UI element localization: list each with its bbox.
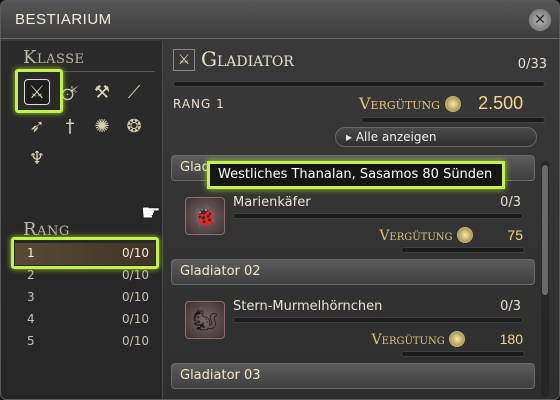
scrollbar[interactable] (541, 161, 549, 397)
rank-row-4[interactable]: 4 0/10 (15, 309, 155, 331)
pointer-hand-icon: ☛ (141, 201, 161, 226)
right-panel: ⚔ Gladiator 0/33 RANG 1 Vergütung 2.500 ▸… (165, 41, 559, 399)
monster-progress-bar (233, 317, 523, 323)
rank-number: 4 (27, 312, 35, 326)
rank-label: RANG 1 (173, 97, 225, 111)
staff-icon[interactable]: ♆ (24, 145, 50, 171)
monster-entry-1[interactable]: 🐞 Marienkäfer 0/3 Vergütung 75 (171, 191, 535, 261)
rank-reward-bar (361, 117, 545, 123)
reward-amount: 2.500 (478, 93, 524, 113)
rank-row-1[interactable]: 1 0/10 (15, 243, 155, 265)
coin-icon (445, 96, 462, 112)
reward-label: Vergütung (379, 228, 453, 244)
class-name: Gladiator (201, 47, 294, 71)
group-header-2[interactable]: Gladiator 02 (171, 259, 535, 285)
reward-label: Vergütung (359, 94, 440, 113)
claw-icon[interactable]: ✺ (89, 113, 115, 139)
reward-bar (401, 247, 525, 253)
monster-reward: Vergütung 180 (372, 331, 523, 348)
show-all-button[interactable]: ▸ Alle anzeigen (335, 127, 537, 147)
monster-count: 0/3 (500, 195, 521, 210)
rank-reward: Vergütung 2.500 (359, 93, 523, 114)
class-progress-bar (173, 81, 545, 87)
sword-icon[interactable]: ⚔ (24, 79, 50, 105)
rank-row-2[interactable]: 2 0/10 (15, 265, 155, 287)
location-tooltip: Westliches Thanalan, Sasamos 80 Sünden (207, 161, 505, 189)
divider (15, 237, 155, 238)
rank-progress: 0/10 (122, 290, 149, 304)
rank-number: 3 (27, 290, 35, 304)
axe-icon[interactable]: ⚒ (89, 79, 115, 105)
spear-icon[interactable]: ⟋ (121, 79, 147, 105)
rank-progress: 0/10 (122, 268, 149, 282)
knife-icon[interactable]: † (57, 113, 83, 139)
rank-progress: 0/10 (122, 334, 149, 348)
bestiary-window: BESTIARIUM ✕ Klasse ⚔ 🜚 ⚒ ⟋ ➶ † ✺ ❂ ♆ Ra… (0, 0, 560, 400)
class-heading: Klasse (23, 47, 85, 68)
coin-icon (456, 227, 473, 243)
lance-icon[interactable]: 🜚 (57, 79, 83, 105)
window-title: BESTIARIUM (15, 11, 112, 28)
reward-amount: 180 (499, 331, 523, 347)
divider (15, 71, 155, 72)
rank-row-3[interactable]: 3 0/10 (15, 287, 155, 309)
left-panel: Klasse ⚔ 🜚 ⚒ ⟋ ➶ † ✺ ❂ ♆ Rang 1 0/10 2 0… (1, 41, 163, 399)
rank-number: 1 (27, 246, 35, 260)
monster-portrait-icon: 🐿 (185, 301, 225, 339)
reward-bar (401, 351, 525, 357)
monster-entry-2[interactable]: 🐿 Stern-Murmelhörnchen 0/3 Vergütung 180 (171, 295, 535, 365)
class-title: ⚔ Gladiator (173, 47, 294, 71)
sword-icon: ⚔ (173, 49, 195, 71)
coin-icon (449, 331, 466, 347)
rank-progress: 0/10 (122, 312, 149, 326)
rank-number: 2 (27, 268, 35, 282)
class-progress: 0/33 (517, 57, 547, 72)
rank-row-5[interactable]: 5 0/10 (15, 331, 155, 353)
monster-count: 0/3 (500, 299, 521, 314)
rank-progress: 0/10 (122, 246, 149, 260)
monster-reward: Vergütung 75 (379, 227, 523, 244)
monster-progress-bar (233, 213, 523, 219)
monster-name: Marienkäfer (233, 195, 311, 210)
group-header-3[interactable]: Gladiator 03 (171, 363, 535, 389)
monster-name: Stern-Murmelhörnchen (233, 299, 383, 314)
title-bar: BESTIARIUM ✕ (1, 1, 559, 39)
fire-icon[interactable]: ❂ (121, 113, 147, 139)
monster-portrait-icon: 🐞 (185, 197, 225, 235)
rank-number: 5 (27, 334, 35, 348)
reward-amount: 75 (507, 227, 523, 243)
bow-icon[interactable]: ➶ (24, 113, 50, 139)
scrollbar-thumb[interactable] (542, 165, 548, 295)
close-icon[interactable]: ✕ (529, 9, 551, 31)
reward-label: Vergütung (371, 332, 445, 348)
